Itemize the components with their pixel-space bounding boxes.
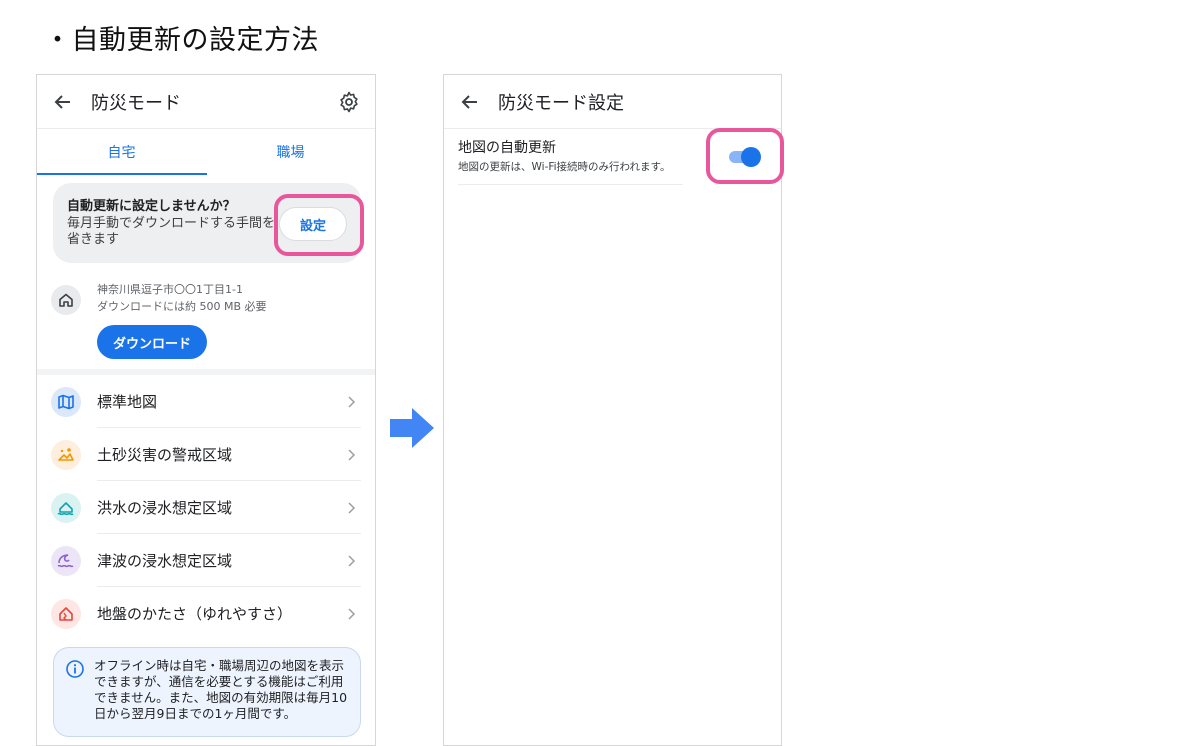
promo-body: 毎月手動でダウンロードする手間を省きます [67, 216, 276, 247]
location-tabs: 自宅 職場 [37, 129, 375, 175]
home-address: 神奈川県逗子市〇〇1丁目1-1 [97, 283, 243, 296]
back-arrow-icon[interactable] [458, 90, 482, 114]
tab-home[interactable]: 自宅 [37, 129, 206, 175]
info-icon [66, 660, 84, 678]
list-item-label: 土砂災害の警戒区域 [97, 446, 233, 464]
tab-work[interactable]: 職場 [206, 129, 375, 175]
list-item-label: 地盤のかたさ（ゆれやすさ） [97, 605, 293, 623]
gear-icon[interactable] [337, 90, 361, 114]
chevron-right-icon [348, 501, 356, 514]
download-size: ダウンロードには約 500 MB 必要 [97, 300, 267, 313]
notice-text: オフライン時は自宅・職場周辺の地図を表示できますが、通信を必要とする機能はご利用… [94, 658, 348, 721]
app-bar-title: 防災モード [91, 92, 181, 114]
disaster-mode-settings-screen: 防災モード設定 地図の自動更新 地図の更新は、Wi-Fi接続時のみ行われます。 [443, 74, 782, 746]
list-item-standard-map[interactable]: 標準地図 [37, 375, 375, 428]
ground-icon [51, 598, 81, 629]
set-auto-update-button[interactable]: 設定 [279, 207, 347, 241]
chevron-right-icon [348, 395, 356, 408]
app-bar: 防災モード [37, 75, 375, 129]
list-item-ground[interactable]: 地盤のかたさ（ゆれやすさ） [37, 587, 375, 640]
setting-title: 地図の自動更新 [458, 140, 556, 156]
download-button[interactable]: ダウンロード [97, 325, 207, 359]
app-bar: 防災モード設定 [444, 75, 781, 129]
flood-icon [51, 492, 81, 523]
map-icon [51, 386, 81, 417]
chevron-right-icon [348, 554, 356, 567]
map-layer-list: 標準地図 土砂災害の警戒区域 洪水の浸水想定区域 津波の浸水想定区域 地盤のかた… [37, 375, 375, 640]
landslide-icon [51, 439, 81, 470]
auto-update-toggle[interactable] [729, 147, 761, 167]
tsunami-icon [51, 545, 81, 576]
auto-update-setting: 地図の自動更新 地図の更新は、Wi-Fi接続時のみ行われます。 [444, 129, 781, 185]
arrow-right-icon [390, 408, 434, 448]
chevron-right-icon [348, 607, 356, 620]
setting-description: 地図の更新は、Wi-Fi接続時のみ行われます。 [458, 161, 671, 173]
list-item-flood[interactable]: 洪水の浸水想定区域 [37, 481, 375, 534]
disaster-mode-screen: 防災モード 自宅 職場 自動更新に設定しませんか？ 毎月手動でダウンロードする手… [36, 74, 376, 746]
list-item-label: 洪水の浸水想定区域 [97, 499, 233, 517]
app-bar-title: 防災モード設定 [498, 92, 624, 114]
list-item-tsunami[interactable]: 津波の浸水想定区域 [37, 534, 375, 587]
page-heading: ・自動更新の設定方法 [44, 25, 319, 56]
list-item-label: 標準地図 [97, 393, 158, 411]
list-item-landslide[interactable]: 土砂災害の警戒区域 [37, 428, 375, 481]
list-item-label: 津波の浸水想定区域 [97, 552, 233, 570]
auto-update-promo-card: 自動更新に設定しませんか？ 毎月手動でダウンロードする手間を省きます 設定 [53, 183, 361, 263]
back-arrow-icon[interactable] [51, 90, 75, 114]
chevron-right-icon [348, 448, 356, 461]
home-icon [51, 285, 81, 315]
offline-notice: オフライン時は自宅・職場周辺の地図を表示できますが、通信を必要とする機能はご利用… [53, 647, 361, 737]
active-tab-indicator [37, 173, 207, 175]
